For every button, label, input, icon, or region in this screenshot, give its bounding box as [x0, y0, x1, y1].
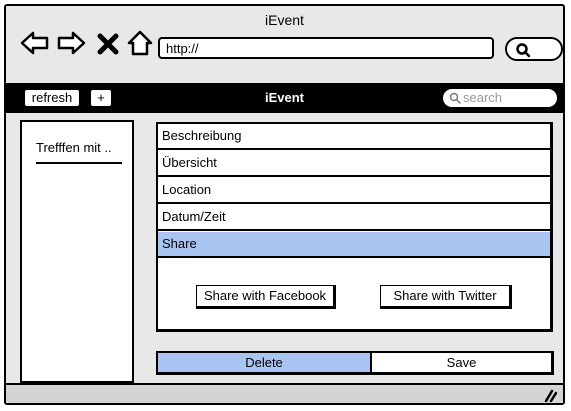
- status-bar: [6, 383, 563, 403]
- save-button[interactable]: Save: [372, 353, 551, 372]
- window-title: iEvent: [265, 12, 304, 28]
- url-search-button[interactable]: [505, 37, 563, 61]
- resize-grip-icon[interactable]: [543, 388, 557, 402]
- magnifier-icon: [516, 43, 531, 58]
- details-panel: Beschreibung Übersicht Location Datum/Ze…: [156, 122, 553, 332]
- back-arrow-icon[interactable]: [20, 28, 50, 58]
- browser-window: iEvent http:// refresh + iEvent search T…: [4, 4, 565, 405]
- section-beschreibung[interactable]: Beschreibung: [158, 124, 550, 150]
- list-item-underline: [36, 162, 122, 164]
- section-uebersicht[interactable]: Übersicht: [158, 151, 550, 177]
- search-placeholder: search: [463, 90, 503, 105]
- list-item[interactable]: Trefffen mit ..: [36, 140, 112, 155]
- section-datum-zeit[interactable]: Datum/Zeit: [158, 205, 550, 231]
- url-field[interactable]: http://: [158, 37, 494, 59]
- section-location[interactable]: Location: [158, 178, 550, 204]
- search-input[interactable]: search: [441, 87, 559, 109]
- event-list: Trefffen mit ..: [20, 120, 134, 383]
- delete-button[interactable]: Delete: [158, 353, 372, 372]
- stop-icon[interactable]: [96, 28, 120, 58]
- home-icon[interactable]: [126, 28, 154, 58]
- share-twitter-button[interactable]: Share with Twitter: [380, 285, 512, 309]
- app-toolbar: refresh + iEvent search: [6, 83, 563, 113]
- search-icon: [449, 92, 461, 104]
- section-share[interactable]: Share: [158, 232, 550, 258]
- action-bar: Delete Save: [156, 351, 554, 375]
- share-facebook-button[interactable]: Share with Facebook: [196, 285, 336, 309]
- forward-arrow-icon[interactable]: [56, 28, 86, 58]
